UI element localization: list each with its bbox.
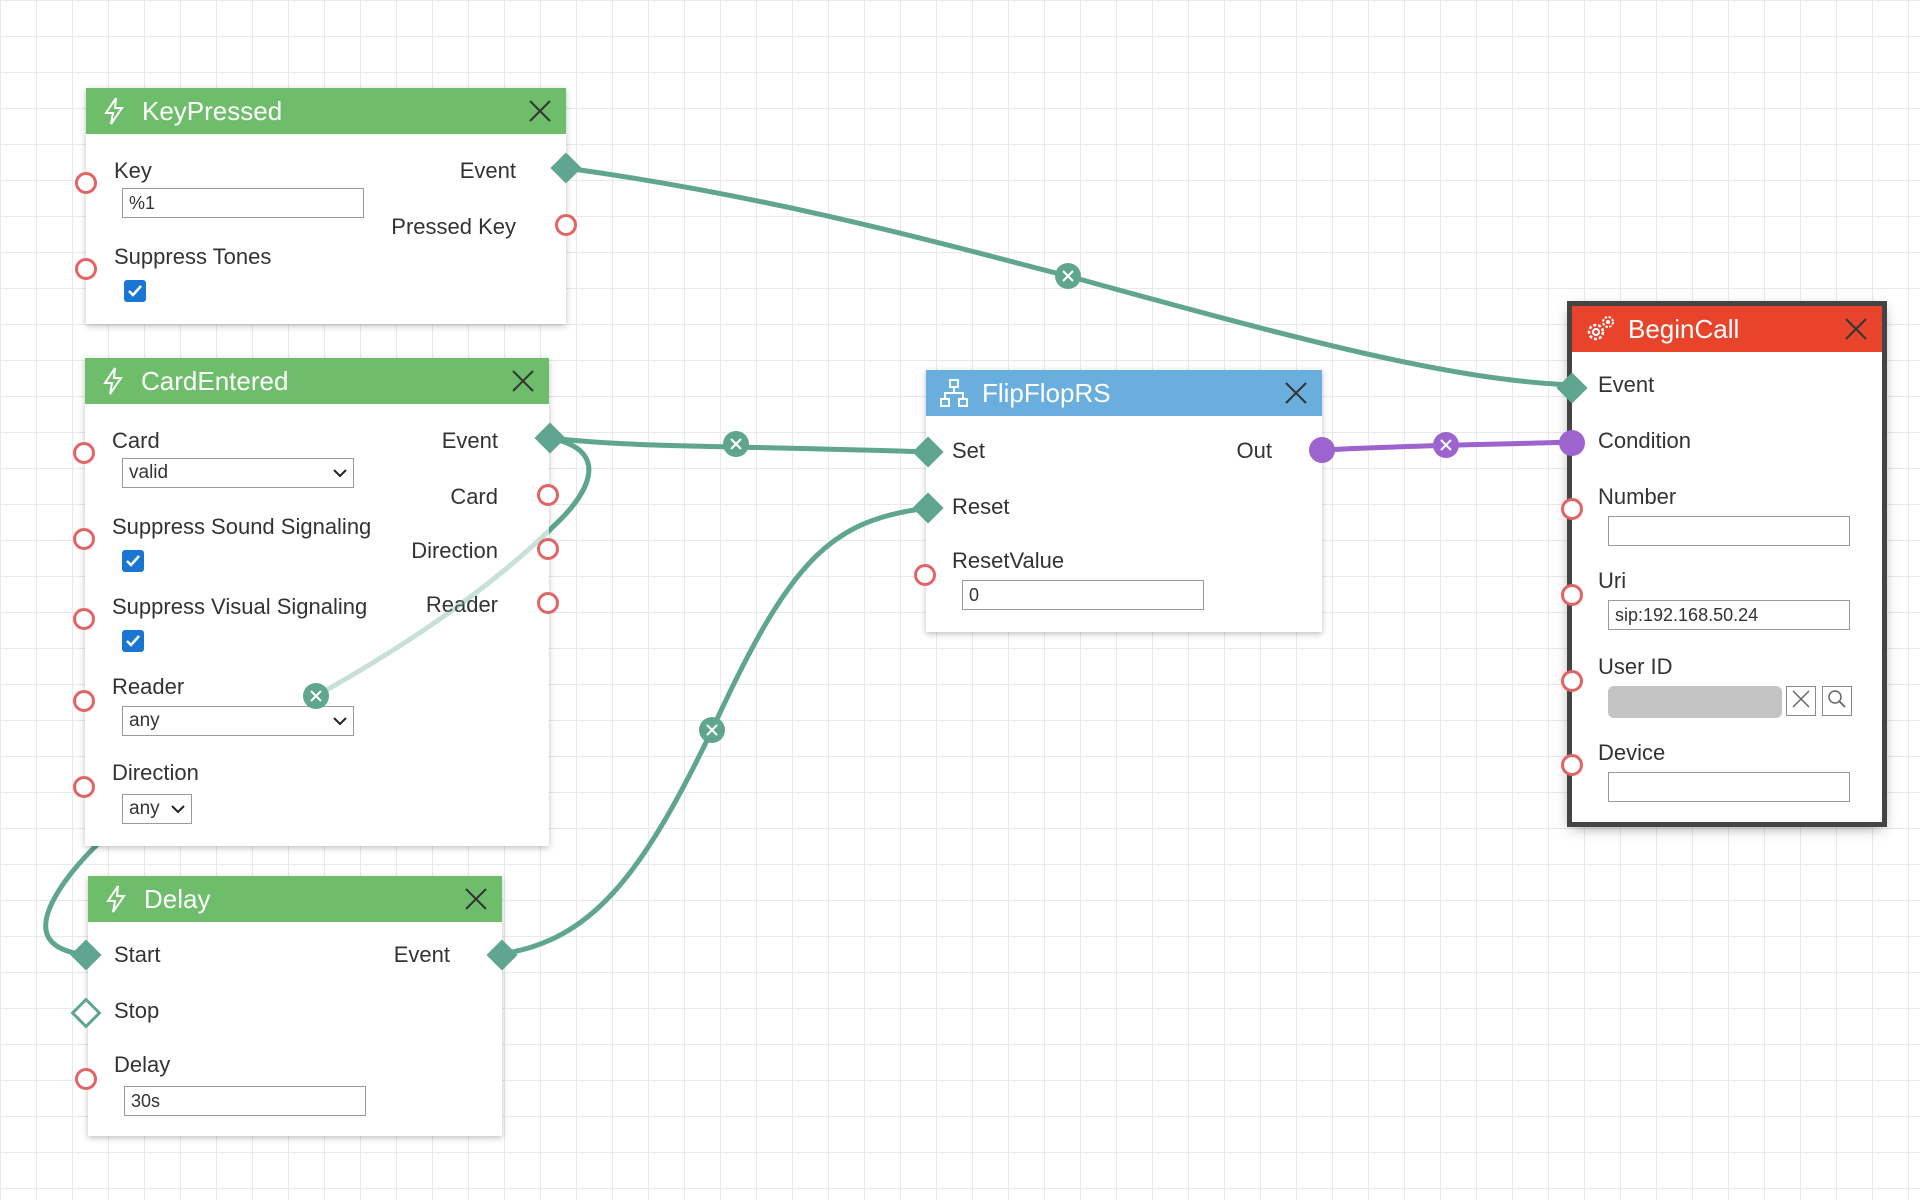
output-label-event: Event [441, 428, 498, 453]
search-icon [1827, 689, 1847, 714]
port-out[interactable] [1309, 437, 1335, 463]
card-select[interactable]: valid [122, 458, 354, 488]
input-label-uri: Uri [1598, 568, 1627, 593]
input-label-direction: Direction [112, 760, 199, 785]
direction-select-value: any [129, 798, 160, 819]
output-label-event: Event [459, 158, 516, 183]
node-delay[interactable]: Delay Start Stop Delay Event [88, 876, 502, 1136]
user-id-field[interactable] [1608, 686, 1782, 718]
suppress-tones-checkbox[interactable] [124, 280, 146, 302]
port-reader[interactable] [73, 690, 95, 712]
number-input[interactable] [1608, 516, 1850, 546]
device-input[interactable] [1608, 772, 1850, 802]
port-card-out[interactable] [537, 484, 559, 506]
close-icon [1791, 689, 1811, 714]
search-user-id-button[interactable] [1822, 686, 1852, 716]
node-header[interactable]: Delay [88, 876, 502, 922]
output-label-pressed-key: Pressed Key [391, 214, 516, 239]
node-title: Delay [144, 883, 211, 914]
suppress-visual-checkbox[interactable] [122, 630, 144, 652]
close-icon[interactable] [503, 361, 543, 401]
close-icon[interactable] [1276, 373, 1316, 413]
remove-connection-icon[interactable] [1433, 432, 1459, 458]
lightning-icon [97, 365, 129, 397]
uri-input[interactable] [1608, 600, 1850, 630]
port-reader-out[interactable] [537, 592, 559, 614]
port-suppress-tones[interactable] [75, 258, 97, 280]
input-label-suppress-tones: Suppress Tones [114, 244, 272, 269]
output-label-event: Event [393, 942, 450, 967]
remove-connection-icon[interactable] [303, 683, 329, 709]
lightning-icon [100, 883, 132, 915]
direction-select[interactable]: any [122, 794, 192, 824]
clear-user-id-button[interactable] [1786, 686, 1816, 716]
input-label-resetvalue: ResetValue [952, 548, 1065, 573]
node-header[interactable]: BeginCall [1572, 306, 1882, 352]
chevron-down-icon [171, 798, 185, 820]
port-direction-out[interactable] [537, 538, 559, 560]
chevron-down-icon [333, 462, 347, 484]
port-pressed-key[interactable] [555, 214, 577, 236]
key-input[interactable] [122, 188, 364, 218]
node-keypressed[interactable]: KeyPressed Key Suppress Tones Event Pres… [86, 88, 566, 324]
node-title: KeyPressed [142, 95, 283, 126]
remove-connection-icon[interactable] [723, 431, 749, 457]
port-condition[interactable] [1559, 430, 1585, 456]
input-label-suppress-sound: Suppress Sound Signaling [112, 514, 372, 539]
port-suppress-visual[interactable] [73, 608, 95, 630]
lightning-icon [98, 95, 130, 127]
port-card[interactable] [73, 442, 95, 464]
input-label-card: Card [112, 428, 160, 453]
resetvalue-input[interactable] [962, 580, 1204, 610]
output-label-reader: Reader [425, 592, 498, 617]
node-header[interactable]: KeyPressed [86, 88, 566, 134]
card-select-value: valid [129, 462, 169, 483]
input-label-delay: Delay [114, 1052, 171, 1077]
input-label-number: Number [1598, 484, 1677, 509]
input-label-condition: Condition [1598, 428, 1691, 453]
input-label-device: Device [1598, 740, 1666, 765]
node-title: BeginCall [1628, 313, 1740, 344]
remove-connection-icon[interactable] [699, 717, 725, 743]
input-label-set: Set [952, 438, 986, 463]
port-resetvalue[interactable] [914, 564, 936, 586]
input-label-reader: Reader [112, 674, 185, 699]
input-label-key: Key [114, 158, 152, 183]
input-label-start: Start [114, 942, 161, 967]
port-device[interactable] [1561, 754, 1583, 776]
hierarchy-icon [938, 377, 970, 409]
port-key[interactable] [75, 172, 97, 194]
delay-input[interactable] [124, 1086, 366, 1116]
close-icon[interactable] [520, 91, 560, 131]
node-flipfloprs[interactable]: FlipFlopRS Set Reset ResetValue Out [926, 370, 1322, 632]
port-delay-value[interactable] [75, 1068, 97, 1090]
input-label-user-id: User ID [1598, 654, 1673, 679]
input-label-suppress-visual: Suppress Visual Signaling [112, 594, 368, 619]
port-uri[interactable] [1561, 584, 1583, 606]
close-icon[interactable] [1836, 309, 1876, 349]
node-header[interactable]: CardEntered [85, 358, 549, 404]
node-cardentered[interactable]: CardEntered Card valid Suppress Sound Si… [85, 358, 549, 846]
input-label-event: Event [1598, 372, 1655, 397]
output-label-direction: Direction [411, 538, 498, 563]
node-title: CardEntered [141, 365, 289, 396]
output-label-out: Out [1236, 438, 1272, 463]
input-label-stop: Stop [114, 998, 160, 1023]
gears-icon [1584, 313, 1616, 345]
port-suppress-sound[interactable] [73, 528, 95, 550]
port-number[interactable] [1561, 498, 1583, 520]
reader-select-value: any [129, 710, 160, 731]
input-label-reset: Reset [952, 494, 1010, 519]
suppress-sound-checkbox[interactable] [122, 550, 144, 572]
close-icon[interactable] [456, 879, 496, 919]
output-label-card: Card [450, 484, 498, 509]
chevron-down-icon [333, 710, 347, 732]
node-begincall[interactable]: BeginCall Event Condition Number Uri Use… [1572, 306, 1882, 822]
node-header[interactable]: FlipFlopRS [926, 370, 1322, 416]
port-user-id[interactable] [1561, 670, 1583, 692]
reader-select[interactable]: any [122, 706, 354, 736]
remove-connection-icon[interactable] [1055, 263, 1081, 289]
node-title: FlipFlopRS [982, 377, 1111, 408]
port-direction[interactable] [73, 776, 95, 798]
